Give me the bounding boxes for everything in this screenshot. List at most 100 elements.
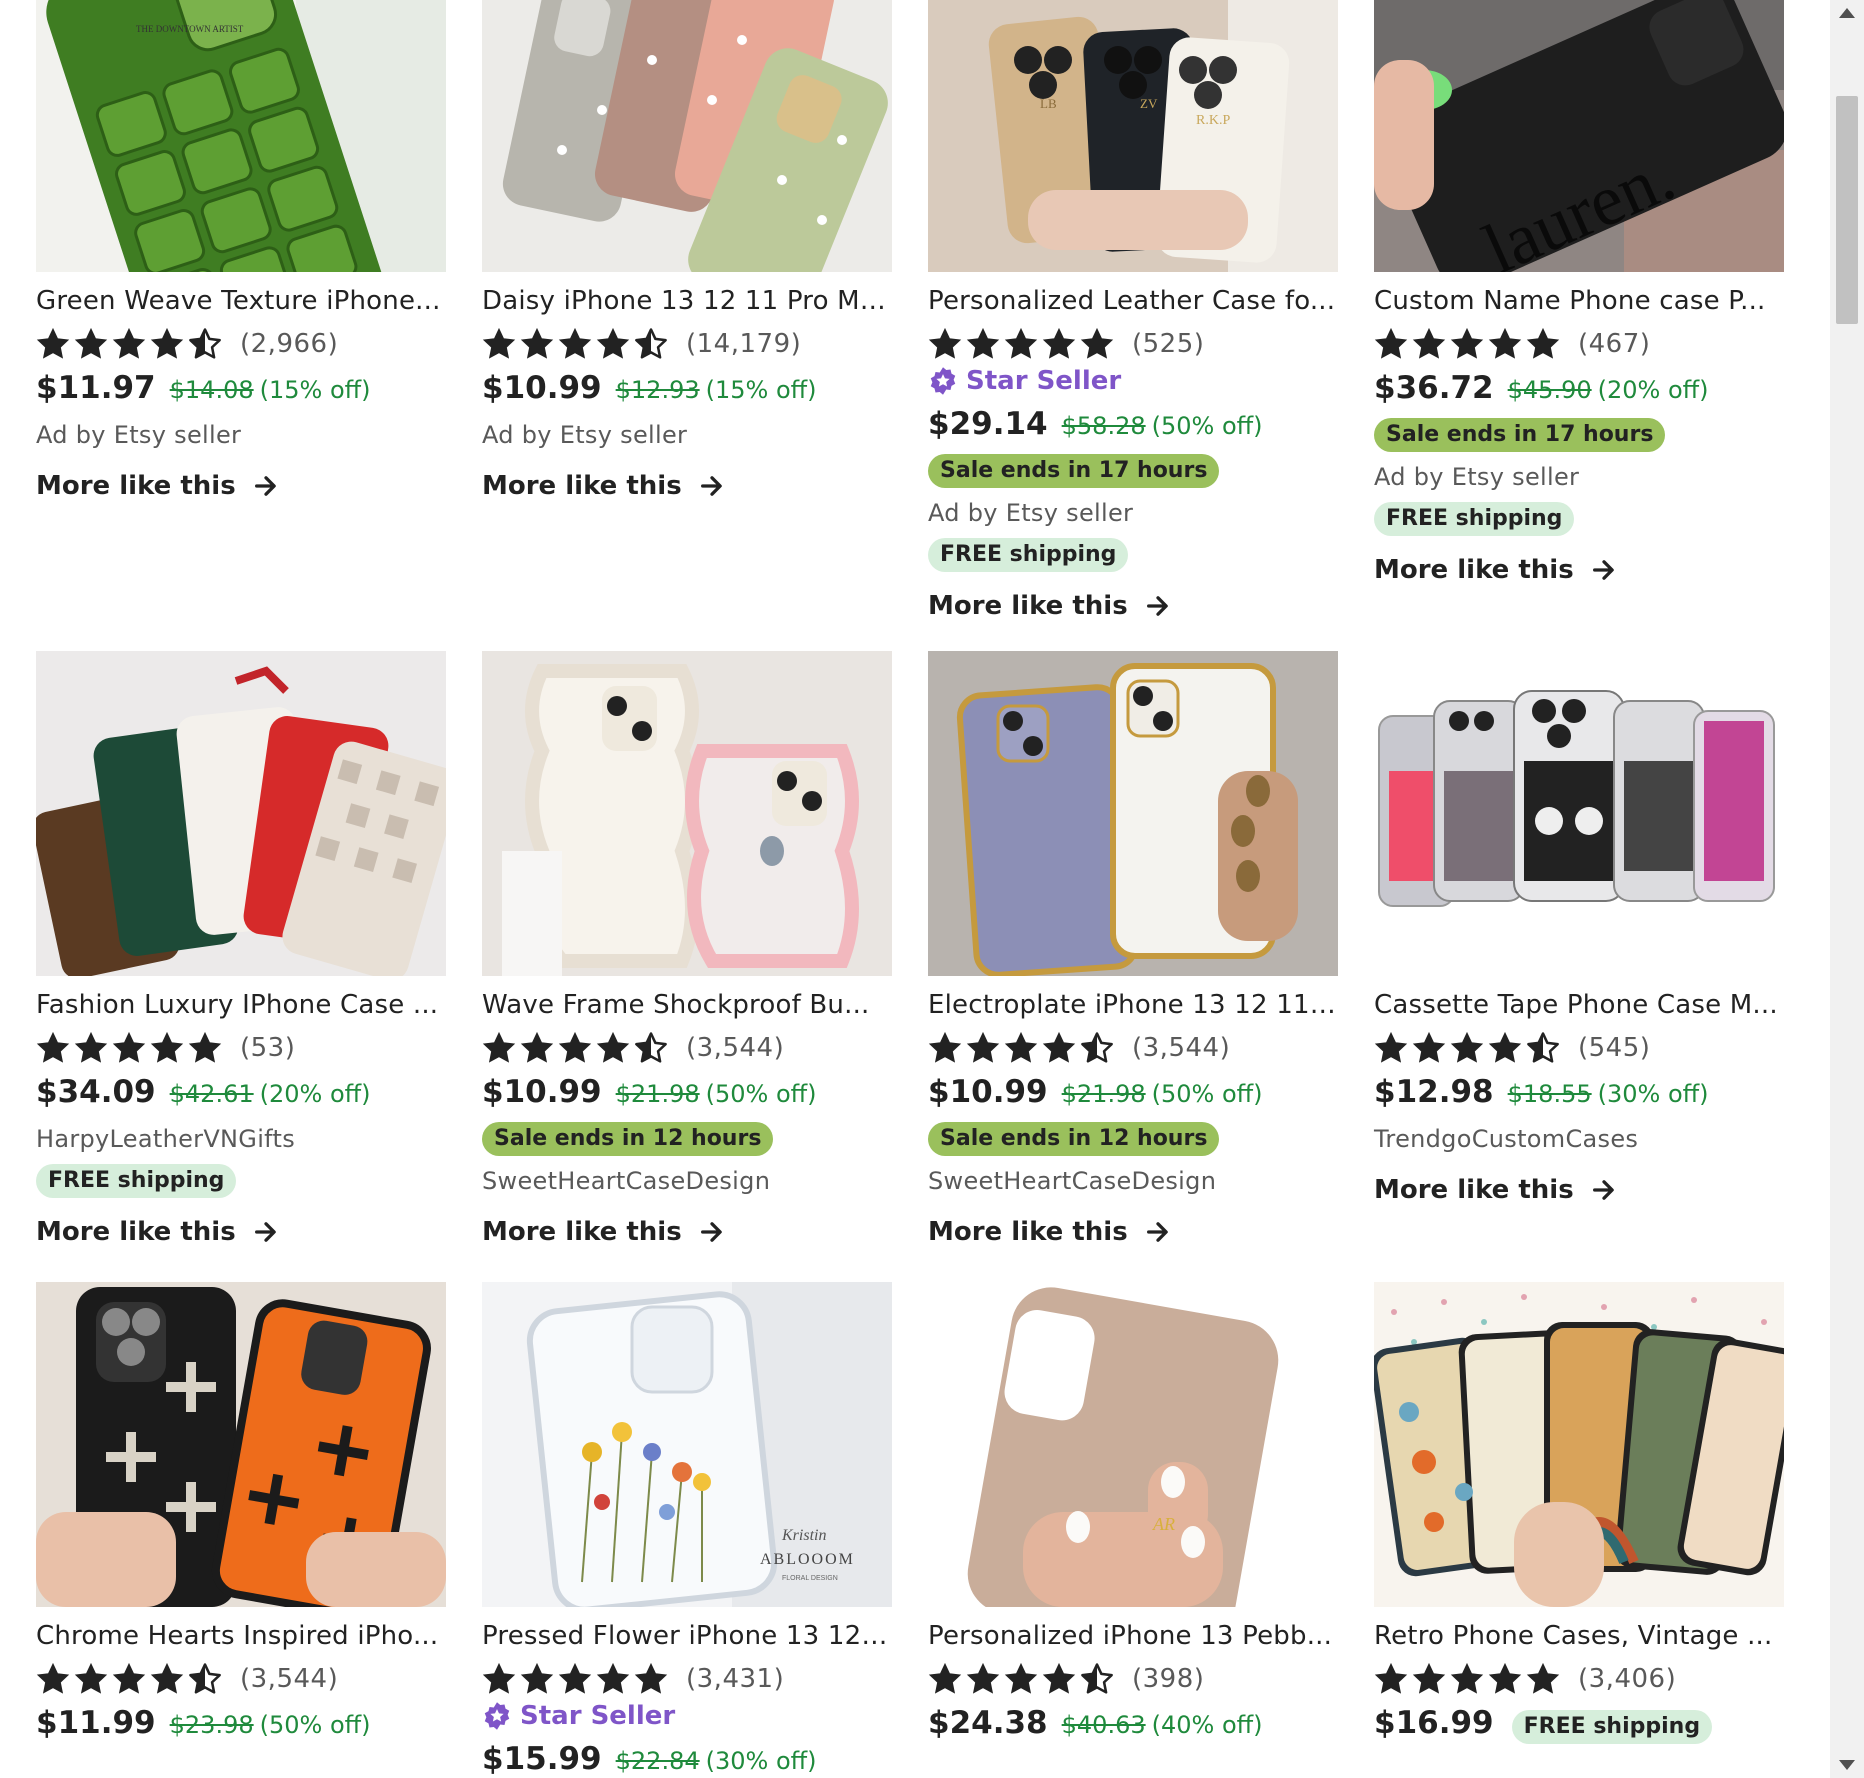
star-icon xyxy=(1374,1031,1408,1063)
free-shipping-badge: FREE shipping xyxy=(1511,1710,1713,1744)
image-caption: THE DOWNTOWN ARTIST xyxy=(136,24,244,34)
product-image[interactable] xyxy=(482,0,892,272)
listing-title[interactable]: Chrome Hearts Inspired iPho... xyxy=(36,1619,446,1653)
listing-card[interactable]: Cassette Tape Phone Case M... (545) $12.… xyxy=(1374,651,1784,1252)
more-like-this-label: More like this xyxy=(1374,555,1574,585)
more-like-this-label: More like this xyxy=(36,471,236,501)
more-like-this-link[interactable]: More like this xyxy=(1374,1170,1784,1210)
sale-price: $29.14 xyxy=(928,406,1048,442)
scroll-up-arrow-icon[interactable] xyxy=(1839,8,1855,18)
product-image[interactable] xyxy=(928,651,1338,976)
listing-card[interactable]: Wave Frame Shockproof Bu... (3,544) $10.… xyxy=(482,651,892,1252)
price-line: $12.98 $18.55 (30% off) xyxy=(1374,1074,1784,1114)
listing-card[interactable]: Electroplate iPhone 13 12 11 P... (3,544… xyxy=(928,651,1338,1252)
more-like-this-link[interactable]: More like this xyxy=(482,1212,892,1252)
star-rating xyxy=(36,1031,222,1065)
vertical-scrollbar[interactable] xyxy=(1830,0,1864,1778)
listing-card[interactable]: lauren. Custom Name Phone case P... (467… xyxy=(1374,0,1784,626)
more-like-this-label: More like this xyxy=(482,1217,682,1247)
listing-title[interactable]: Custom Name Phone case P... xyxy=(1374,284,1784,318)
listing-card[interactable]: Daisy iPhone 13 12 11 Pro Max... (14,179… xyxy=(482,0,892,626)
listing-title[interactable]: Green Weave Texture iPhone... xyxy=(36,284,446,318)
listing-title[interactable]: Electroplate iPhone 13 12 11 P... xyxy=(928,988,1338,1022)
star-icon xyxy=(558,1031,592,1063)
star-icon xyxy=(150,327,184,359)
product-image[interactable] xyxy=(482,651,892,976)
price-line: $10.99 $12.93 (15% off) xyxy=(482,370,892,410)
rating: (525) xyxy=(928,326,1338,362)
listing-card[interactable]: Fashion Luxury IPhone Case ... (53) $34.… xyxy=(36,651,446,1252)
price-line: $24.38 $40.63 (40% off) xyxy=(928,1705,1338,1745)
listing-card[interactable]: AR Personalized iPhone 13 Pebb... (398) … xyxy=(928,1282,1338,1778)
product-image[interactable]: LB ZV R.K.P xyxy=(928,0,1338,272)
star-icon xyxy=(74,1031,108,1063)
listing-card[interactable]: LB ZV R.K.P Personalized Leather Case fo… xyxy=(928,0,1338,626)
scroll-down-arrow-icon[interactable] xyxy=(1839,1760,1855,1770)
half-star-icon xyxy=(635,1032,667,1063)
discount: (50% off) xyxy=(1151,412,1263,440)
original-price: $18.55 xyxy=(1507,1080,1592,1108)
sale-price: $36.72 xyxy=(1374,370,1494,406)
listing-title[interactable]: Retro Phone Cases, Vintage ... xyxy=(1374,1619,1784,1653)
star-icon xyxy=(596,1031,630,1063)
product-image[interactable] xyxy=(36,1282,446,1607)
discount: (40% off) xyxy=(1151,1711,1263,1739)
listing-card[interactable]: Chrome Hearts Inspired iPho... (3,544) $… xyxy=(36,1282,446,1778)
review-count: (2,966) xyxy=(240,329,339,359)
listing-title[interactable]: Cassette Tape Phone Case M... xyxy=(1374,988,1784,1022)
product-image[interactable]: THE DOWNTOWN ARTIST xyxy=(36,0,446,272)
star-icon xyxy=(1488,327,1522,359)
product-image[interactable]: Kristin ABLOOOM FLORAL DESIGN xyxy=(482,1282,892,1607)
star-icon xyxy=(1488,1662,1522,1694)
scrollbar-thumb[interactable] xyxy=(1836,96,1858,324)
product-image[interactable] xyxy=(1374,651,1784,976)
discount: (30% off) xyxy=(705,1747,817,1775)
more-like-this-link[interactable]: More like this xyxy=(928,586,1338,626)
ad-label: Ad by Etsy seller xyxy=(482,421,688,449)
arrow-right-icon xyxy=(1146,596,1168,616)
star-icon xyxy=(520,327,554,359)
shop-name[interactable]: HarpyLeatherVNGifts xyxy=(36,1122,446,1156)
shop-name[interactable]: TrendgoCustomCases xyxy=(1374,1122,1784,1156)
arrow-right-icon xyxy=(254,476,276,496)
listing-title[interactable]: Personalized Leather Case fo... xyxy=(928,284,1338,318)
product-image[interactable]: lauren. xyxy=(1374,0,1784,272)
star-rating xyxy=(1374,1031,1560,1065)
star-rating xyxy=(928,1031,1114,1065)
listing-card[interactable]: Retro Phone Cases, Vintage ... (3,406) $… xyxy=(1374,1282,1784,1778)
listing-title[interactable]: Daisy iPhone 13 12 11 Pro Max... xyxy=(482,284,892,318)
product-image[interactable] xyxy=(1374,1282,1784,1607)
arrow-right-icon xyxy=(254,1222,276,1242)
more-like-this-label: More like this xyxy=(928,1217,1128,1247)
star-rating xyxy=(928,1662,1114,1696)
listing-title[interactable]: Wave Frame Shockproof Bu... xyxy=(482,988,892,1022)
rating: (3,544) xyxy=(482,1030,892,1066)
star-icon xyxy=(1042,1662,1076,1694)
listing-card[interactable]: THE DOWNTOWN ARTIST Green Weave Texture … xyxy=(36,0,446,626)
product-image[interactable] xyxy=(36,651,446,976)
more-like-this-link[interactable]: More like this xyxy=(36,466,446,506)
more-like-this-link[interactable]: More like this xyxy=(482,466,892,506)
shop-name[interactable]: SweetHeartCaseDesign xyxy=(928,1164,1338,1198)
half-star-icon xyxy=(635,328,667,359)
more-like-this-link[interactable]: More like this xyxy=(1374,550,1784,590)
rating: (398) xyxy=(928,1661,1338,1697)
sale-price: $34.09 xyxy=(36,1074,156,1110)
more-like-this-link[interactable]: More like this xyxy=(928,1212,1338,1252)
star-icon xyxy=(634,1662,668,1694)
original-price: $21.98 xyxy=(1061,1080,1146,1108)
product-image[interactable]: AR xyxy=(928,1282,1338,1607)
review-count: (398) xyxy=(1132,1664,1205,1694)
star-icon xyxy=(966,1031,1000,1063)
listing-title[interactable]: Fashion Luxury IPhone Case ... xyxy=(36,988,446,1022)
listing-title[interactable]: Personalized iPhone 13 Pebb... xyxy=(928,1619,1338,1653)
review-count: (53) xyxy=(240,1033,296,1063)
star-seller-badge-icon xyxy=(484,1702,510,1730)
listing-title[interactable]: Pressed Flower iPhone 13 12 ... xyxy=(482,1619,892,1653)
shop-name[interactable]: SweetHeartCaseDesign xyxy=(482,1164,892,1198)
listing-card[interactable]: Kristin ABLOOOM FLORAL DESIGN Pressed Fl… xyxy=(482,1282,892,1778)
arrow-right-icon xyxy=(700,1222,722,1242)
more-like-this-link[interactable]: More like this xyxy=(36,1212,446,1252)
star-icon xyxy=(36,327,70,359)
original-price: $23.98 xyxy=(169,1711,254,1739)
